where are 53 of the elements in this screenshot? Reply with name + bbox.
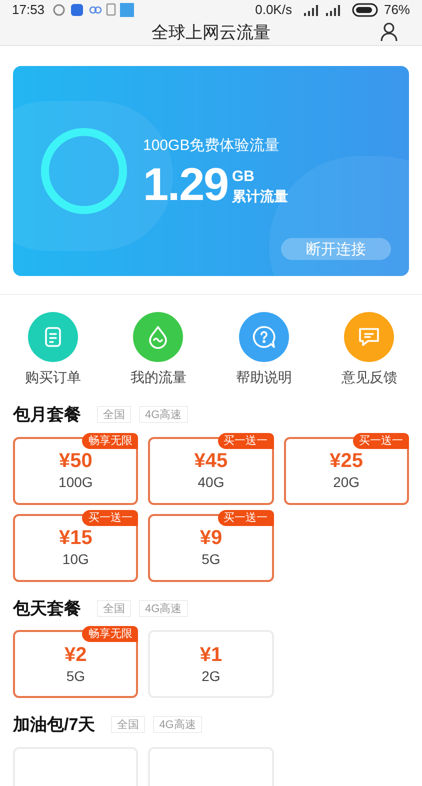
plan-size: 20G [333, 474, 360, 492]
network-speed: 0.0K/s [255, 1, 292, 19]
promo-badge: 畅享无限 [82, 432, 138, 448]
circle-icon [52, 4, 65, 16]
plan-price: ¥15 [58, 526, 92, 552]
plan-price: ¥25 [330, 449, 364, 474]
plan-size: 5G [202, 551, 220, 569]
promo-badge: 买一送一 [218, 432, 274, 448]
tag: 全国 [111, 716, 146, 734]
image-icon [120, 2, 134, 17]
section-title: 加油包/7天 [13, 714, 96, 736]
plan-price: ¥45 [194, 449, 228, 474]
battery-level: 76% [384, 1, 410, 19]
battery-icon [352, 2, 380, 17]
tag: 4G高速 [139, 600, 188, 617]
promo-badge: 买一送一 [218, 510, 274, 526]
section-title: 包月套餐 [13, 404, 81, 426]
file-icon [106, 3, 116, 16]
clock: 17:53 [12, 1, 45, 19]
traffic-unit: GB [232, 168, 256, 186]
traffic-caption: 累计流量 [232, 187, 288, 206]
promo-badge: 买一送一 [353, 432, 409, 448]
plan-price: ¥2 [64, 642, 87, 668]
plan-subtitle: 100GB免费体验流量 [143, 136, 281, 156]
plan-size: 10G [62, 551, 89, 569]
tag: 全国 [97, 406, 131, 424]
plan-price: ¥1 [200, 642, 222, 668]
tag: 全国 [97, 600, 131, 617]
plan-card[interactable]: ¥1 2G [148, 630, 274, 698]
help-icon [252, 325, 276, 349]
app-icon [70, 4, 83, 16]
tag: 4G高速 [153, 716, 202, 734]
user-icon[interactable] [380, 22, 398, 42]
plan-price: ¥9 [200, 526, 222, 552]
plan-size: 40G [198, 474, 224, 492]
plan-size: 100G [58, 474, 93, 492]
document-icon [42, 326, 63, 348]
tag: 4G高速 [139, 406, 188, 424]
shortcut-label[interactable]: 帮助说明 [236, 367, 292, 388]
shortcut-label[interactable]: 我的流量 [130, 367, 186, 388]
message-icon [357, 326, 382, 348]
plan-price: ¥50 [58, 449, 92, 474]
promo-badge: 买一送一 [82, 510, 138, 526]
link-icon [88, 6, 102, 14]
drop-icon [147, 325, 170, 349]
traffic-amount: 1.29 [143, 161, 228, 208]
shortcut-label[interactable]: 意见反馈 [341, 367, 398, 388]
plan-size: 2G [202, 668, 220, 686]
section-title: 包天套餐 [13, 598, 81, 620]
shortcut-label[interactable]: 购买订单 [24, 367, 81, 388]
promo-badge: 畅享无限 [82, 626, 138, 642]
plan-size: 5G [66, 668, 85, 686]
page-title: 全球上网云流量 [152, 22, 270, 44]
